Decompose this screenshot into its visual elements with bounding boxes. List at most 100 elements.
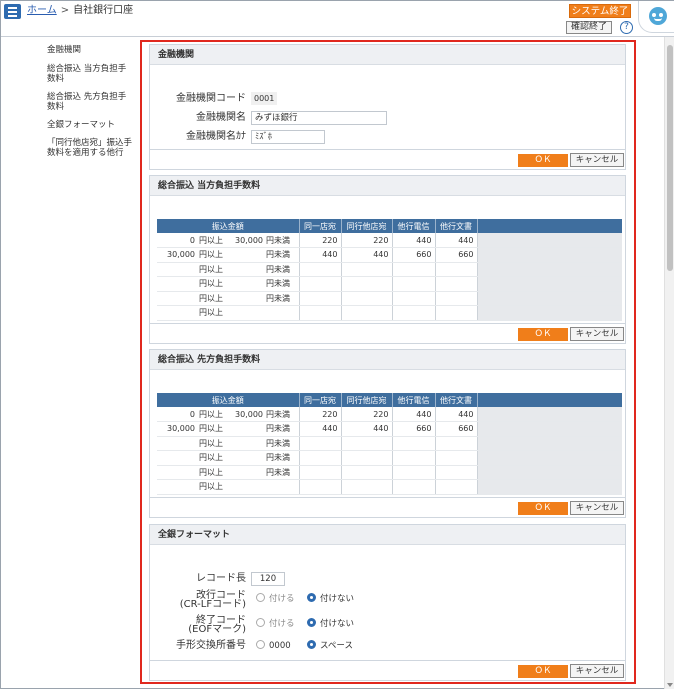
crlf-attach-radio[interactable]: 付ける — [256, 593, 295, 605]
amount-cell[interactable]: 円以上 円未満 — [157, 262, 300, 277]
wire-cell[interactable] — [392, 291, 436, 306]
sidebar: 金融機関 総合振込 当方負担手数料 総合振込 先方負担手数料 全銀フォーマット … — [47, 45, 137, 166]
clearing-space-radio[interactable]: スペース — [307, 640, 353, 652]
sidebar-item-zengin-format[interactable]: 全銀フォーマット — [47, 120, 129, 130]
fee-theirs-cancel-button[interactable]: キャンセル — [570, 501, 624, 515]
bank-kana-input[interactable]: ﾐｽﾞﾎ — [251, 130, 325, 144]
crlf-detach-radio[interactable]: 付けない — [307, 593, 354, 605]
same-branch-cell[interactable]: 440 — [299, 247, 342, 263]
bank-ok-button[interactable]: ＯＫ — [518, 154, 568, 167]
vertical-scrollbar[interactable] — [664, 37, 674, 689]
fee-ours-rows: 0 円以上 30,000 円未満 220 220 440 440 30,000 円以上 円未満 440… — [157, 233, 622, 321]
sidebar-item-same-bank-other-branch[interactable]: 「同行他店宛」振込手数料を適用する他行 — [47, 138, 137, 158]
same-branch-cell[interactable] — [299, 450, 342, 466]
wire-cell[interactable] — [392, 276, 436, 292]
other-branch-cell[interactable] — [341, 436, 393, 451]
fee-theirs-panel: 総合振込 先方負担手数料 振込金額 同一店宛 同行他店宛 他行電信 他行文書 0… — [149, 349, 626, 518]
eof-label: 終了コード (EOFマーク) — [188, 615, 246, 635]
amount-cell[interactable]: 円以上 円未満 — [157, 291, 300, 306]
wire-cell[interactable] — [392, 479, 436, 495]
amount-cell[interactable]: 円以上 — [157, 479, 300, 495]
fee-ours-table: 振込金額 同一店宛 同行他店宛 他行電信 他行文書 0 円以上 30,000 円未満 2… — [157, 219, 622, 321]
fee-ours-ok-button[interactable]: ＯＫ — [518, 328, 568, 341]
wire-cell[interactable]: 440 — [392, 407, 436, 422]
other-branch-cell[interactable]: 440 — [341, 421, 393, 437]
eof-detach-radio[interactable]: 付けない — [307, 618, 354, 630]
same-branch-cell[interactable] — [299, 465, 342, 480]
other-branch-cell[interactable] — [341, 305, 393, 321]
same-branch-cell[interactable] — [299, 305, 342, 321]
doc-cell[interactable]: 440 — [435, 407, 478, 422]
doc-cell[interactable]: 660 — [435, 247, 478, 263]
system-exit-button[interactable]: システム終了 — [569, 4, 631, 18]
help-icon[interactable]: ? — [620, 21, 633, 34]
clearing-zero-radio[interactable]: 0000 — [256, 640, 291, 652]
amount-cell[interactable]: 円以上 円未満 — [157, 465, 300, 480]
doc-cell[interactable] — [435, 276, 478, 292]
wire-cell[interactable] — [392, 262, 436, 277]
other-branch-cell[interactable]: 220 — [341, 233, 393, 248]
col-wire: 他行電信 — [392, 219, 436, 233]
doc-cell[interactable] — [435, 450, 478, 466]
amount-cell[interactable]: 円以上 円未満 — [157, 436, 300, 451]
scrollbar-thumb[interactable] — [667, 45, 673, 271]
breadcrumb-home-link[interactable]: ホーム — [27, 5, 57, 16]
confirm-end-button[interactable]: 確認終了 — [566, 21, 612, 34]
wire-cell[interactable] — [392, 436, 436, 451]
mascot-icon[interactable] — [638, 1, 674, 33]
wire-cell[interactable] — [392, 450, 436, 466]
other-branch-cell[interactable] — [341, 479, 393, 495]
scroll-down-arrow-icon[interactable] — [667, 683, 673, 687]
bank-name-input[interactable]: みずほ銀行 — [251, 111, 387, 125]
other-branch-cell[interactable] — [341, 450, 393, 466]
doc-cell[interactable] — [435, 291, 478, 306]
doc-cell[interactable] — [435, 479, 478, 495]
amount-cell[interactable]: 円以上 — [157, 305, 300, 321]
amount-cell[interactable]: 30,000 円以上 円未満 — [157, 421, 300, 437]
doc-cell[interactable] — [435, 305, 478, 321]
sidebar-item-fee-ours[interactable]: 総合振込 当方負担手数料 — [47, 64, 129, 84]
amount-cell[interactable]: 円以上 円未満 — [157, 450, 300, 466]
sidebar-item-fee-theirs[interactable]: 総合振込 先方負担手数料 — [47, 92, 129, 112]
amount-cell[interactable]: 円以上 円未満 — [157, 276, 300, 292]
wire-cell[interactable] — [392, 465, 436, 480]
wire-cell[interactable]: 660 — [392, 247, 436, 263]
same-branch-cell[interactable] — [299, 436, 342, 451]
amount-cell[interactable]: 30,000 円以上 円未満 — [157, 247, 300, 263]
table-row: 円以上 — [157, 479, 622, 495]
amount-cell[interactable]: 0 円以上 30,000 円未満 — [157, 233, 300, 248]
same-branch-cell[interactable] — [299, 291, 342, 306]
zengin-cancel-button[interactable]: キャンセル — [570, 664, 624, 678]
doc-cell[interactable] — [435, 262, 478, 277]
same-branch-cell[interactable] — [299, 276, 342, 292]
same-branch-cell[interactable]: 440 — [299, 421, 342, 437]
same-branch-cell[interactable]: 220 — [299, 233, 342, 248]
hamburger-menu-icon[interactable] — [4, 4, 21, 19]
other-branch-cell[interactable] — [341, 276, 393, 292]
same-branch-cell[interactable] — [299, 479, 342, 495]
wire-cell[interactable]: 660 — [392, 421, 436, 437]
table-row: 30,000 円以上 円未満 440 440 660 660 — [157, 421, 622, 437]
fee-ours-footer: ＯＫ キャンセル — [150, 323, 625, 343]
other-branch-cell[interactable] — [341, 465, 393, 480]
amount-cell[interactable]: 0 円以上 30,000 円未満 — [157, 407, 300, 422]
wire-cell[interactable]: 440 — [392, 233, 436, 248]
doc-cell[interactable]: 660 — [435, 421, 478, 437]
eof-attach-radio[interactable]: 付ける — [256, 618, 295, 630]
doc-cell[interactable] — [435, 436, 478, 451]
record-length-input[interactable]: 120 — [251, 572, 285, 586]
same-branch-cell[interactable]: 220 — [299, 407, 342, 422]
doc-cell[interactable] — [435, 465, 478, 480]
other-branch-cell[interactable]: 440 — [341, 247, 393, 263]
zengin-ok-button[interactable]: ＯＫ — [518, 665, 568, 678]
sidebar-item-bank[interactable]: 金融機関 — [47, 45, 107, 55]
other-branch-cell[interactable] — [341, 291, 393, 306]
other-branch-cell[interactable]: 220 — [341, 407, 393, 422]
other-branch-cell[interactable] — [341, 262, 393, 277]
same-branch-cell[interactable] — [299, 262, 342, 277]
fee-theirs-ok-button[interactable]: ＯＫ — [518, 502, 568, 515]
fee-ours-cancel-button[interactable]: キャンセル — [570, 327, 624, 341]
bank-cancel-button[interactable]: キャンセル — [570, 153, 624, 167]
doc-cell[interactable]: 440 — [435, 233, 478, 248]
wire-cell[interactable] — [392, 305, 436, 321]
